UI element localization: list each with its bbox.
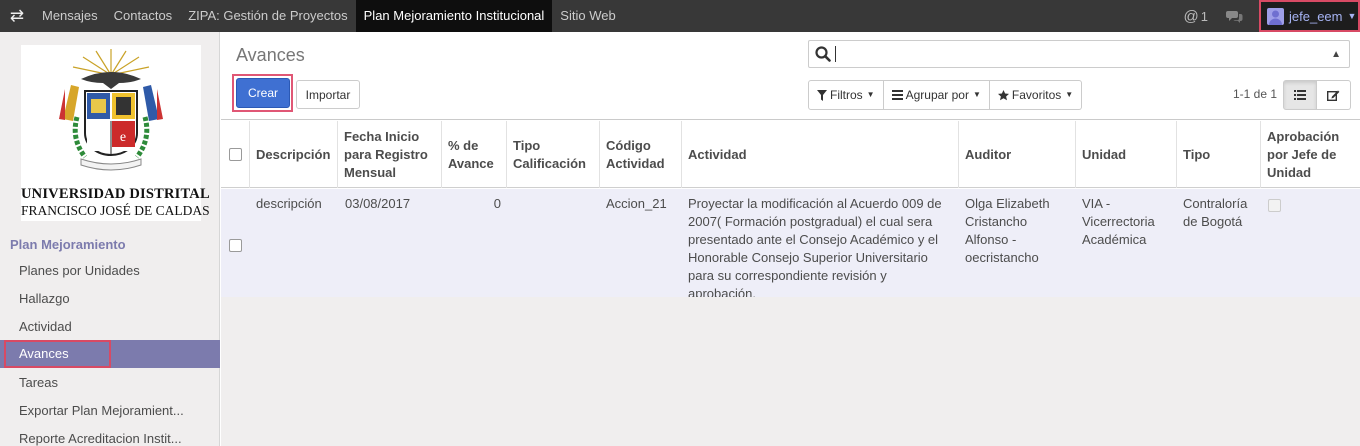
page-title: Avances	[236, 45, 305, 65]
mentions-count: 1	[1200, 8, 1208, 24]
sidebar-item-actividad[interactable]: Actividad	[0, 313, 220, 341]
cell-avance: 0	[493, 196, 501, 211]
cell-tipo: Contraloría de Bogotá	[1183, 196, 1248, 229]
menu-mensajes[interactable]: Mensajes	[34, 0, 106, 32]
university-logo: e UNIVERSIDAD DISTRITAL FRANCISCO JOSÉ D…	[21, 45, 210, 221]
search-options: Filtros ▼ Agrupar por ▼ Favoritos ▼	[808, 80, 1083, 110]
view-switcher	[1283, 80, 1351, 110]
cell-descripcion: descripción	[256, 196, 322, 211]
bars-icon	[891, 90, 903, 100]
chat-icon[interactable]	[1226, 9, 1243, 23]
logo-line-2: FRANCISCO JOSÉ DE CALDAS	[21, 203, 210, 218]
col-tipo[interactable]: Tipo	[1177, 121, 1261, 188]
sidebar: e UNIVERSIDAD DISTRITAL FRANCISCO JOSÉ D…	[0, 32, 220, 446]
filters-button[interactable]: Filtros ▼	[808, 80, 884, 110]
logo-line-1: UNIVERSIDAD DISTRITAL	[21, 186, 210, 202]
search-options-toggle-icon[interactable]: ▲	[1331, 49, 1341, 60]
pager-value[interactable]: 1-1 de 1	[1233, 87, 1277, 101]
caret-down-icon: ▼	[1347, 11, 1357, 21]
main-content: Avances ▲ Crear Importar Filtros ▼ Agrup…	[221, 32, 1360, 446]
search-icon	[815, 46, 831, 65]
edit-icon	[1327, 90, 1340, 101]
favorites-button[interactable]: Favoritos ▼	[989, 80, 1083, 110]
menu-zipa[interactable]: ZIPA: Gestión de Proyectos	[180, 0, 355, 32]
select-all-cell	[221, 121, 250, 188]
search-input[interactable]: ▲	[808, 40, 1350, 68]
sidebar-item-planes-por-unidades[interactable]: Planes por Unidades	[0, 257, 220, 285]
caret-down-icon: ▼	[866, 90, 875, 99]
menu-sitio-web[interactable]: Sitio Web	[552, 0, 623, 32]
sidebar-section-plan-mejoramiento: Plan Mejoramiento	[10, 237, 126, 252]
apps-switch-icon[interactable]: ⇄	[0, 0, 34, 32]
text-cursor	[835, 46, 836, 62]
col-descripcion[interactable]: Descripción	[250, 121, 338, 188]
menu-contactos[interactable]: Contactos	[106, 0, 181, 32]
cell-actividad: Proyectar la modificación al Acuerdo 009…	[688, 196, 942, 301]
star-icon	[997, 89, 1009, 101]
cell-fecha: 03/08/2017	[345, 196, 411, 211]
form-view-button[interactable]	[1317, 80, 1351, 110]
favorites-label: Favoritos	[1011, 88, 1062, 102]
list-view-button[interactable]	[1283, 80, 1317, 110]
content-background	[221, 297, 1360, 446]
col-aprobacion[interactable]: Aprobación por Jefe de Unidad	[1261, 121, 1360, 188]
table-header: Descripción Fecha Inicio para Registro M…	[221, 121, 1360, 188]
avatar	[1267, 7, 1284, 25]
top-navbar: ⇄ Mensajes Contactos ZIPA: Gestión de Pr…	[0, 0, 1360, 32]
sidebar-item-exportar-plan[interactable]: Exportar Plan Mejoramient...	[0, 397, 220, 425]
caret-down-icon: ▼	[972, 90, 981, 99]
row-checkbox[interactable]	[229, 239, 242, 252]
menu-plan-mejoramiento[interactable]: Plan Mejoramiento Institucional	[355, 0, 553, 32]
svg-text:e: e	[120, 130, 126, 145]
list-icon	[1294, 90, 1306, 100]
col-actividad[interactable]: Actividad	[682, 121, 959, 188]
cell-codigo: Accion_21	[606, 196, 667, 211]
list-table: Descripción Fecha Inicio para Registro M…	[221, 121, 1360, 385]
avances-highlight-box	[4, 340, 111, 368]
sidebar-item-tareas[interactable]: Tareas	[0, 369, 220, 397]
group-by-label: Agrupar por	[905, 88, 969, 102]
sidebar-item-reporte-acreditacion[interactable]: Reporte Acreditacion Instit...	[0, 425, 220, 446]
select-all-checkbox[interactable]	[229, 148, 242, 161]
approval-checkbox	[1268, 199, 1281, 212]
mentions-button[interactable]: @ 1	[1184, 8, 1208, 25]
control-panel: Avances ▲ Crear Importar Filtros ▼ Agrup…	[221, 32, 1360, 120]
create-button[interactable]: Crear	[236, 78, 290, 108]
col-tipo-calificacion[interactable]: Tipo Calificación	[507, 121, 600, 188]
col-fecha-inicio[interactable]: Fecha Inicio para Registro Mensual	[338, 121, 442, 188]
col-codigo-actividad[interactable]: Código Actividad	[600, 121, 682, 188]
col-avance[interactable]: % de Avance	[442, 121, 507, 188]
group-by-button[interactable]: Agrupar por ▼	[883, 80, 990, 110]
user-menu[interactable]: jefe_eem ▼	[1259, 0, 1360, 32]
cell-auditor: Olga Elizabeth Cristancho Alfonso - oecr…	[965, 196, 1050, 265]
filters-label: Filtros	[830, 88, 863, 102]
import-button[interactable]: Importar	[296, 80, 360, 109]
table-row[interactable]: descripción 03/08/2017 0 Accion_21 Proye…	[221, 189, 1360, 303]
cell-unidad: VIA - Vicerrectoria Académica	[1082, 196, 1155, 247]
caret-down-icon: ▼	[1065, 90, 1074, 99]
at-icon: @	[1183, 7, 1199, 25]
user-name: jefe_eem	[1289, 8, 1343, 24]
filter-icon	[817, 89, 827, 101]
sidebar-item-hallazgo[interactable]: Hallazgo	[0, 285, 220, 313]
col-auditor[interactable]: Auditor	[959, 121, 1076, 188]
col-unidad[interactable]: Unidad	[1076, 121, 1177, 188]
